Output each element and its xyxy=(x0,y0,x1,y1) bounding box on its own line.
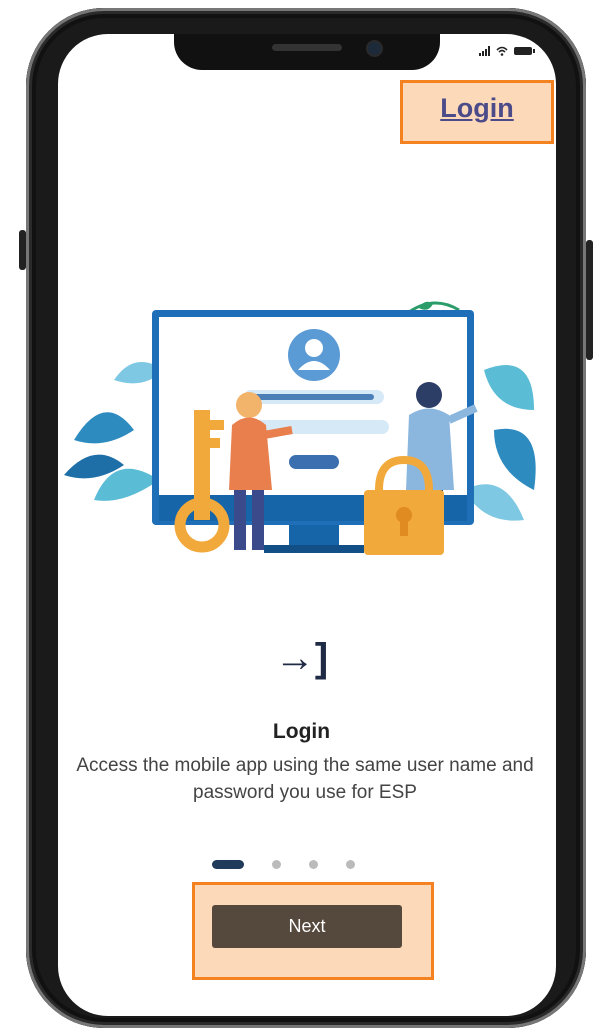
status-bar xyxy=(479,46,535,56)
onboarding-description: Access the mobile app using the same use… xyxy=(76,755,534,803)
login-link[interactable]: Login xyxy=(403,93,551,124)
page-indicator xyxy=(212,860,355,869)
notch xyxy=(174,34,440,70)
page-dot[interactable] xyxy=(346,860,355,869)
login-link-highlight: Login xyxy=(400,80,554,144)
next-button-highlight: Next xyxy=(192,882,434,980)
volume-button xyxy=(19,230,26,270)
camera xyxy=(366,40,383,57)
login-illustration xyxy=(64,301,536,555)
speaker xyxy=(272,44,342,51)
signal-icon xyxy=(479,46,490,56)
page-dot[interactable] xyxy=(309,860,318,869)
page-dot-active[interactable] xyxy=(212,860,244,869)
side-button xyxy=(586,240,593,360)
next-button[interactable]: Next xyxy=(212,905,402,948)
onboarding-title: Login xyxy=(272,720,331,743)
wifi-icon xyxy=(496,46,508,56)
battery-icon xyxy=(514,47,535,55)
login-arrow-icon: →] xyxy=(274,636,329,680)
page-dot[interactable] xyxy=(272,860,281,869)
